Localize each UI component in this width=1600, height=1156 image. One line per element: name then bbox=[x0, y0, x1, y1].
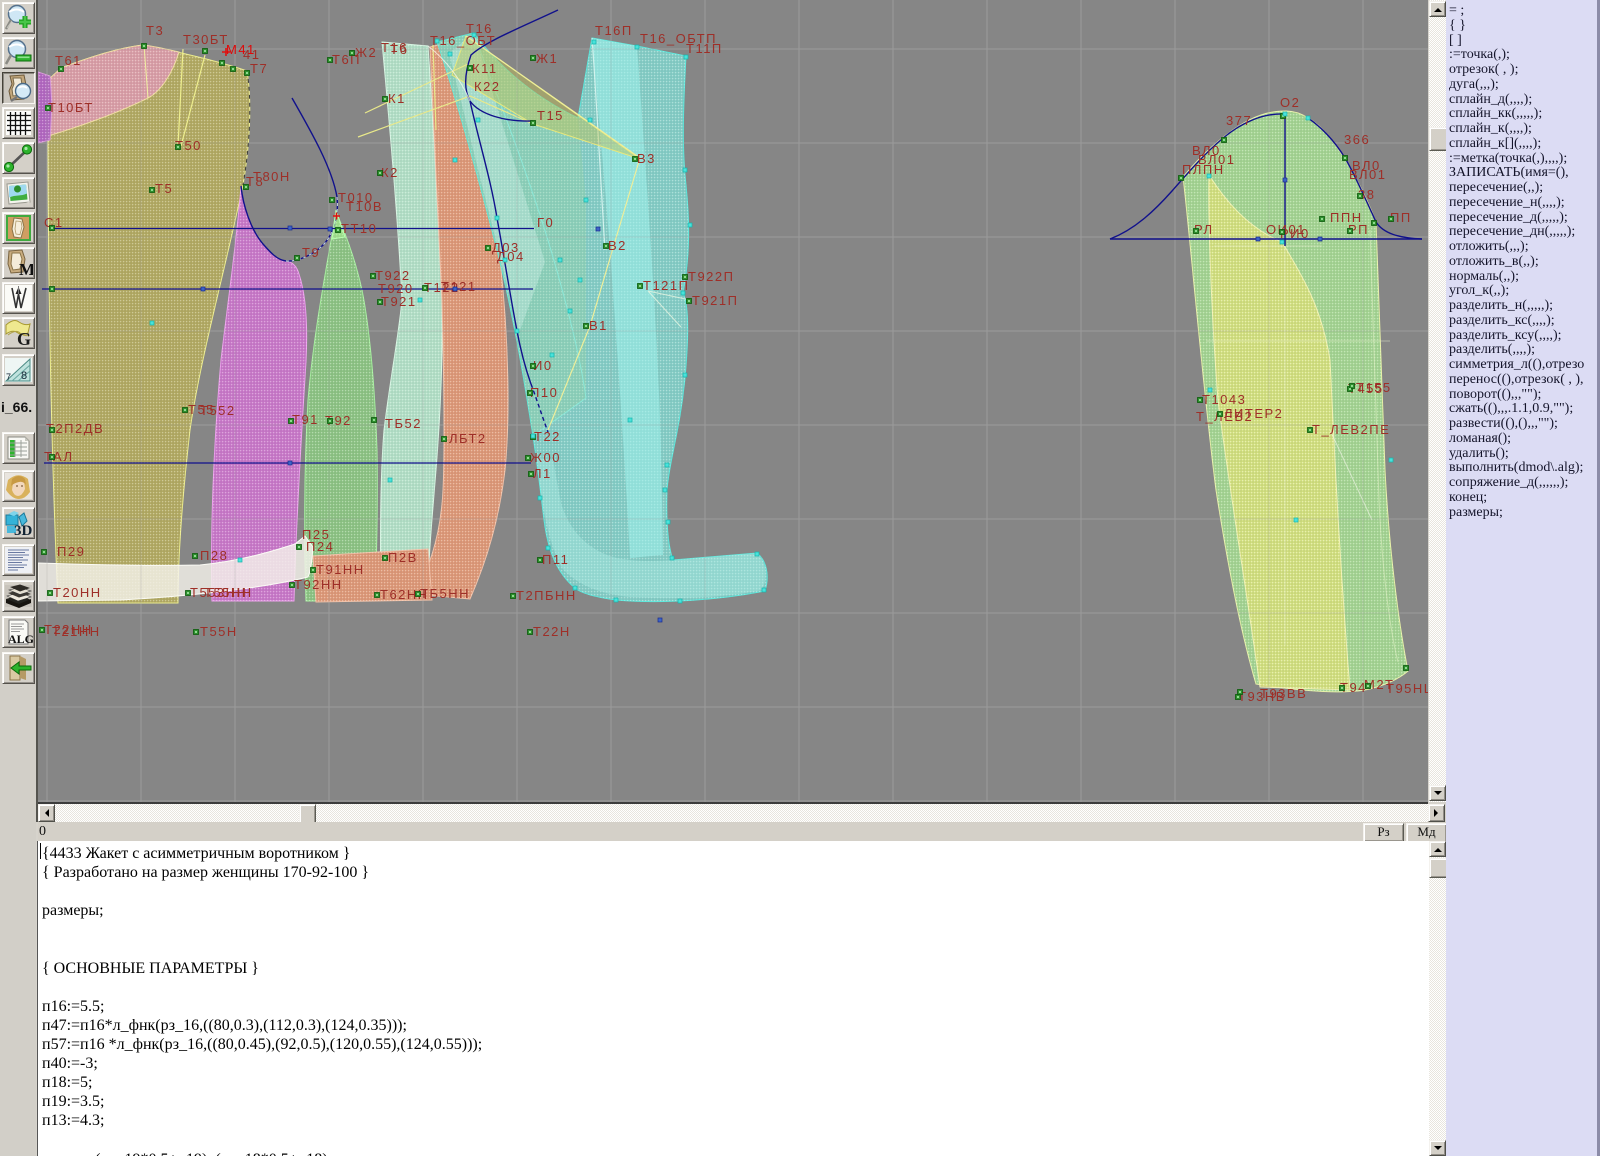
svg-text:Т2ПБНН: Т2ПБНН bbox=[516, 588, 577, 603]
svg-text:Л1: Л1 bbox=[533, 466, 552, 481]
svg-text:П2В: П2В bbox=[388, 550, 418, 565]
svg-text:Т61: Т61 bbox=[55, 53, 82, 68]
svg-text:Ж00: Ж00 bbox=[530, 450, 561, 465]
svg-text:Т55Н: Т55Н bbox=[200, 624, 238, 639]
svg-text:ВЛ01: ВЛ01 bbox=[1349, 167, 1387, 182]
svg-text:Ж1: Ж1 bbox=[536, 51, 558, 66]
svg-text:О2: О2 bbox=[1280, 95, 1300, 110]
svg-text:Т16П: Т16П bbox=[595, 23, 633, 38]
svg-text:Т552: Т552 bbox=[200, 403, 236, 418]
svg-text:G: G bbox=[17, 329, 31, 347]
svg-text:Тб: Тб bbox=[390, 42, 408, 57]
svg-text:Т93ВВ: Т93ВВ bbox=[1260, 686, 1307, 701]
svg-text:Т_ЛЕВ2ПЕ: Т_ЛЕВ2ПЕ bbox=[1312, 422, 1390, 437]
svg-text:Т10БТ: Т10БТ bbox=[48, 100, 94, 115]
svg-text:ТБ5НН: ТБ5НН bbox=[420, 586, 470, 601]
svg-text:Т22Н: Т22Н bbox=[533, 624, 571, 639]
svg-text:8: 8 bbox=[21, 370, 27, 382]
svg-text:Т15: Т15 bbox=[537, 108, 564, 123]
svg-text:ТАЛ: ТАЛ bbox=[44, 449, 74, 464]
svg-text:ПЛПН: ПЛПН bbox=[1182, 162, 1225, 177]
svg-text:К22: К22 bbox=[474, 79, 501, 94]
svg-text:В2: В2 bbox=[608, 238, 627, 253]
svg-text:Т80Н: Т80Н bbox=[253, 169, 291, 184]
svg-text:Т16: Т16 bbox=[466, 21, 493, 36]
svg-text:ЛИТЕР2: ЛИТЕР2 bbox=[1224, 406, 1283, 421]
svg-text:Т21НН: Т21НН bbox=[52, 624, 101, 639]
svg-text:Т20НН: Т20НН bbox=[53, 585, 102, 600]
svg-text:377: 377 bbox=[1226, 113, 1252, 128]
svg-text:В1: В1 bbox=[589, 318, 608, 333]
svg-text:Т7: Т7 bbox=[250, 61, 268, 76]
svg-text:ТБ52: ТБ52 bbox=[385, 416, 422, 431]
svg-text:В3: В3 bbox=[637, 151, 656, 166]
svg-text:Т121: Т121 bbox=[441, 279, 477, 294]
svg-text:К1: К1 bbox=[388, 91, 406, 106]
svg-text:Т92НН: Т92НН bbox=[294, 577, 343, 592]
svg-text:3D: 3D bbox=[14, 523, 33, 537]
svg-text:Т922П: Т922П bbox=[688, 269, 734, 284]
svg-text:Т155: Т155 bbox=[1356, 380, 1392, 395]
svg-text:Т3: Т3 bbox=[146, 23, 164, 38]
svg-text:П24: П24 bbox=[306, 539, 334, 554]
svg-text:П11: П11 bbox=[542, 552, 569, 567]
svg-text:Т95НЦ: Т95НЦ bbox=[1386, 681, 1428, 696]
svg-text:ALG: ALG bbox=[8, 632, 33, 646]
svg-text:Ж2: Ж2 bbox=[355, 45, 377, 60]
svg-text:Т30БТ: Т30БТ bbox=[183, 32, 229, 47]
svg-text:П10: П10 bbox=[530, 385, 558, 400]
svg-text:К11: К11 bbox=[472, 61, 498, 76]
svg-text:Т5: Т5 bbox=[155, 181, 173, 196]
svg-text:ТТ10: ТТ10 bbox=[341, 221, 377, 236]
svg-text:П29: П29 bbox=[57, 544, 85, 559]
svg-text:Т1043: Т1043 bbox=[1202, 392, 1246, 407]
svg-text:Т91: Т91 bbox=[292, 412, 319, 427]
svg-text:И0: И0 bbox=[533, 358, 553, 373]
svg-text:Д04: Д04 bbox=[497, 249, 525, 264]
svg-text:Т55НН: Т55НН bbox=[204, 585, 253, 600]
svg-text:Т11П: Т11П bbox=[686, 41, 723, 56]
svg-text:П28: П28 bbox=[200, 548, 228, 563]
svg-text:41: 41 bbox=[243, 47, 260, 62]
svg-text:Т91НН: Т91НН bbox=[316, 562, 365, 577]
svg-text:Г0: Г0 bbox=[537, 215, 554, 230]
svg-text:Т10В: Т10В bbox=[346, 199, 383, 214]
svg-text:Т921: Т921 bbox=[381, 294, 417, 309]
svg-text:ЛБТ2: ЛБТ2 bbox=[449, 431, 487, 446]
svg-text:Т921П: Т921П bbox=[692, 293, 738, 308]
svg-text:7: 7 bbox=[6, 372, 11, 382]
svg-text:Т9: Т9 bbox=[302, 245, 320, 260]
svg-text:M: M bbox=[19, 260, 33, 277]
svg-text:К2: К2 bbox=[381, 165, 399, 180]
svg-text:Т22: Т22 bbox=[534, 429, 561, 444]
svg-text:366: 366 bbox=[1344, 132, 1370, 147]
